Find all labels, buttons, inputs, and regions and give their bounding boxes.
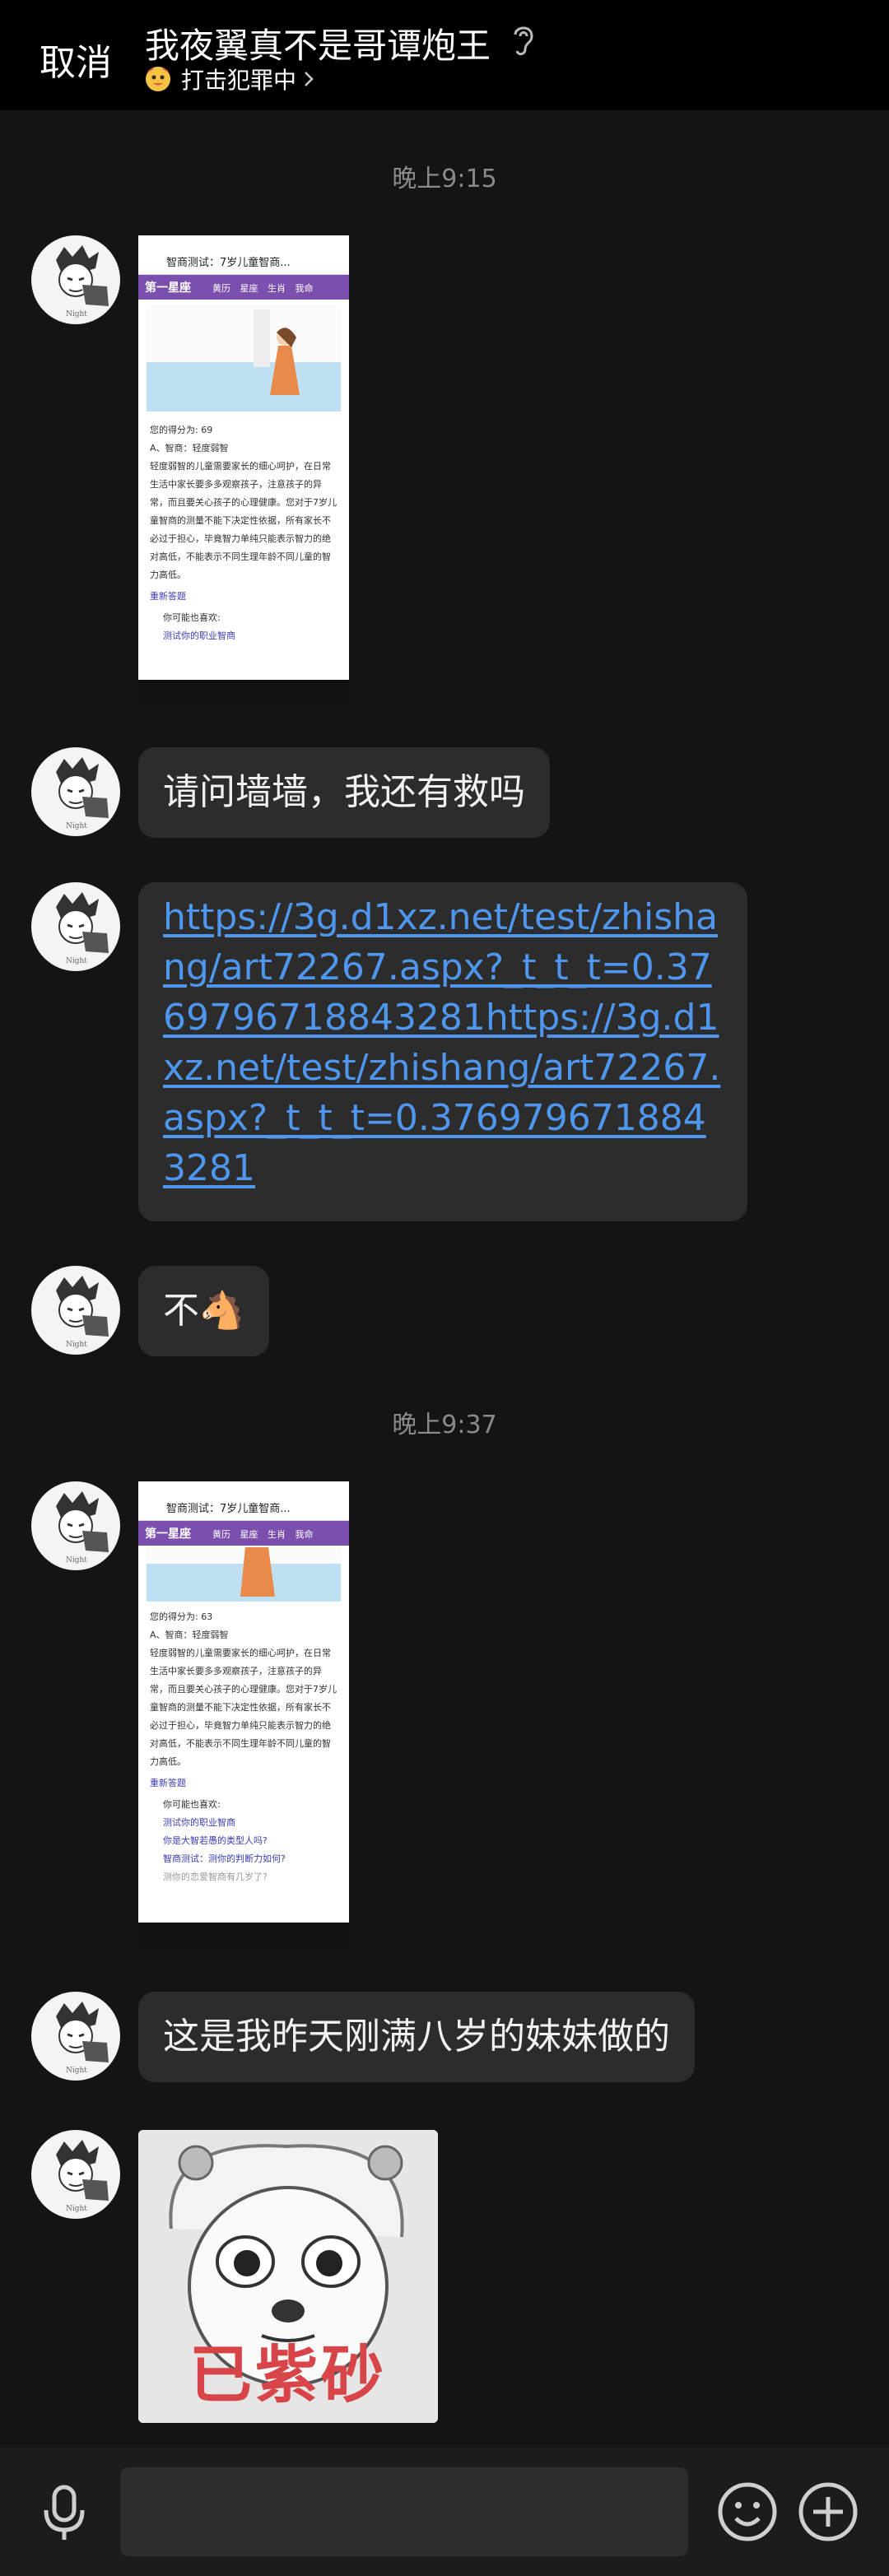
maybe-like-label: 你可能也喜欢: bbox=[163, 1799, 221, 1810]
illustration-girl-sea bbox=[147, 1547, 341, 1602]
avatar[interactable]: Night bbox=[31, 235, 120, 324]
sticker-caption: 已紫砂 bbox=[189, 2338, 387, 2411]
svg-text:Night: Night bbox=[66, 957, 87, 965]
svg-text:Night: Night bbox=[66, 822, 87, 830]
avatar[interactable]: Night bbox=[31, 1481, 120, 1570]
level-line: A、智商：轻度弱智 bbox=[150, 1630, 229, 1640]
score-line: 您的得分为: 69 bbox=[150, 425, 213, 435]
phone-site-nav: 第一星座 黄历 星座 生肖 我命 bbox=[138, 1521, 349, 1546]
score-line: 您的得分为: 63 bbox=[150, 1611, 213, 1622]
svg-text:Night: Night bbox=[66, 2205, 87, 2213]
hot-face-emoji-icon bbox=[146, 67, 170, 91]
status-row[interactable]: 打击犯罪中 bbox=[145, 64, 314, 94]
text-bubble[interactable]: 这是我昨天刚满八岁的妹妹做的 bbox=[138, 1992, 695, 2082]
rec-link: 智商测试：测你的判断力如何? bbox=[163, 1853, 286, 1864]
retest-link: 重新答题 bbox=[150, 591, 186, 602]
text-bubble[interactable]: 请问墙墙，我还有救吗 bbox=[138, 747, 550, 838]
illustration-girl-sea bbox=[147, 305, 341, 412]
cancel-button[interactable]: 取消 bbox=[40, 33, 112, 86]
site-logo: 第一星座 bbox=[145, 281, 191, 295]
avatar[interactable]: Night bbox=[31, 1992, 120, 2081]
desc-line: 轻度弱智的儿童需要家长的细心呵护，在日常生活中家长要多多观察孩子，注意孩子的异常… bbox=[150, 1648, 337, 1767]
link-bubble[interactable]: https://3g.d1xz.net/test/zhishang/art722… bbox=[138, 882, 747, 1221]
url-link[interactable]: https://3g.d1xz.net/test/zhishang/art722… bbox=[163, 892, 723, 1193]
rec-link: 你是大智若愚的类型人吗? bbox=[163, 1835, 268, 1846]
svg-text:Night: Night bbox=[66, 1341, 87, 1349]
emoji-icon[interactable] bbox=[716, 2481, 779, 2543]
status-text: 打击犯罪中 bbox=[181, 67, 297, 94]
plus-icon[interactable] bbox=[797, 2481, 859, 2543]
phone-status-bar bbox=[138, 1481, 349, 1493]
svg-text:Night: Night bbox=[66, 310, 87, 319]
timestamp: 晚上9:37 bbox=[392, 1411, 497, 1439]
phone-result-text: 您的得分为: 63 A、智商：轻度弱智 轻度弱智的儿童需要家长的细心呵护，在日常… bbox=[150, 1608, 339, 1886]
voice-input-icon[interactable] bbox=[33, 2481, 95, 2543]
site-logo: 第一星座 bbox=[145, 1527, 191, 1541]
chevron-right-icon bbox=[305, 72, 314, 86]
message-input[interactable] bbox=[120, 2467, 688, 2556]
phone-result-text: 您的得分为: 69 A、智商：轻度弱智 轻度弱智的儿童需要家长的细心呵护，在日常… bbox=[150, 421, 339, 645]
image-message-screenshot-2[interactable]: 智商测试：7岁儿童智商... 第一星座 黄历 星座 生肖 我命 您的得分为: 6… bbox=[138, 1481, 349, 1947]
phone-nav-bar bbox=[138, 1923, 349, 1947]
timestamp: 晚上9:15 bbox=[392, 165, 497, 193]
chat-header: 取消 我夜翼真不是哥谭炮王 打击犯罪中 bbox=[0, 0, 889, 110]
image-message-screenshot-1[interactable]: 智商测试：7岁儿童智商... 第一星座 黄历 星座 生肖 我命 您的得分为: 6… bbox=[138, 235, 349, 704]
svg-text:Night: Night bbox=[66, 2067, 87, 2075]
svg-text:Night: Night bbox=[66, 1556, 87, 1565]
rec-link: 测试你的职业智商 bbox=[163, 1817, 235, 1828]
text-bubble[interactable]: 不🐴 bbox=[138, 1266, 269, 1356]
sticker-message[interactable]: 已紫砂 bbox=[138, 2130, 438, 2423]
avatar[interactable]: Night bbox=[31, 1266, 120, 1355]
phone-page-title: 智商测试：7岁儿童智商... bbox=[166, 257, 291, 269]
chat-title[interactable]: 我夜翼真不是哥谭炮王 bbox=[145, 18, 491, 68]
avatar[interactable]: Night bbox=[31, 2130, 120, 2219]
phone-nav-bar bbox=[138, 680, 349, 704]
ear-icon[interactable] bbox=[509, 21, 538, 58]
rec-link: 测试你的职业智商 bbox=[163, 630, 235, 641]
site-nav-items: 黄历 星座 生肖 我命 bbox=[212, 1529, 314, 1540]
phone-page-title: 智商测试：7岁儿童智商... bbox=[166, 1503, 291, 1515]
rec-link: 测你的恋爱智商有几岁了? bbox=[163, 1872, 268, 1882]
input-bar bbox=[0, 2448, 889, 2576]
desc-line: 轻度弱智的儿童需要家长的细心呵护，在日常生活中家长要多多观察孩子，注意孩子的异常… bbox=[150, 461, 337, 580]
avatar[interactable]: Night bbox=[31, 747, 120, 836]
phone-status-bar bbox=[138, 235, 349, 247]
retest-link: 重新答题 bbox=[150, 1778, 186, 1788]
phone-title-bar: 智商测试：7岁儿童智商... bbox=[138, 247, 349, 275]
phone-title-bar: 智商测试：7岁儿童智商... bbox=[138, 1493, 349, 1521]
site-nav-items: 黄历 星座 生肖 我命 bbox=[212, 283, 314, 294]
avatar[interactable]: Night bbox=[31, 882, 120, 971]
maybe-like-label: 你可能也喜欢: bbox=[163, 612, 221, 623]
phone-site-nav: 第一星座 黄历 星座 生肖 我命 bbox=[138, 275, 349, 300]
level-line: A、智商：轻度弱智 bbox=[150, 443, 229, 453]
